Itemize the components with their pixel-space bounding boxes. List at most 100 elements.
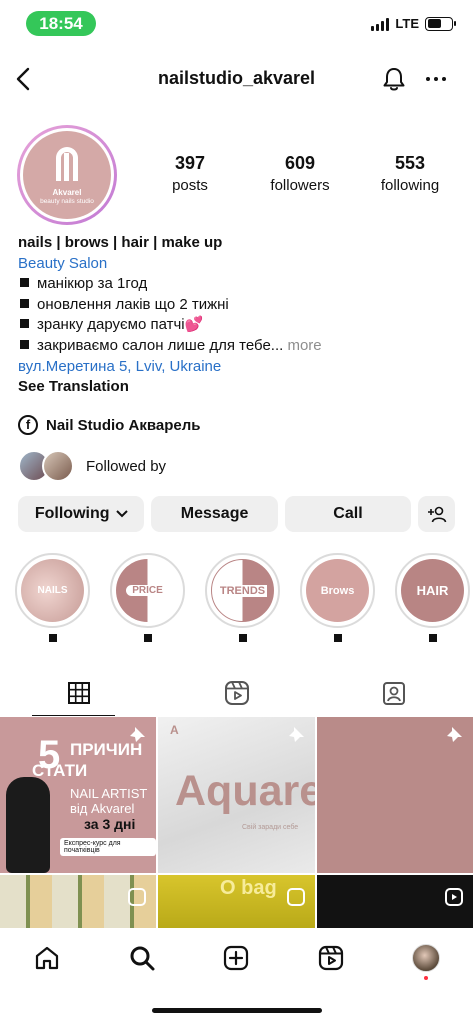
- more-options-icon[interactable]: [421, 64, 451, 94]
- post-thumbnail[interactable]: A Aquarel Свій заради себе: [158, 717, 315, 873]
- post-text: NAIL ARTIST: [70, 786, 148, 801]
- stat-value: 609: [284, 153, 316, 173]
- black-square-icon: [20, 278, 29, 288]
- status-indicators: LTE: [371, 16, 456, 31]
- pinned-icon: [447, 727, 462, 742]
- post-thumbnail[interactable]: [317, 717, 473, 873]
- message-button[interactable]: Message: [151, 496, 278, 532]
- follower-avatar: [42, 450, 74, 482]
- stat-value: 397: [174, 153, 206, 173]
- see-translation-link[interactable]: See Translation: [18, 377, 463, 398]
- status-bar: 18:54 LTE: [0, 10, 473, 38]
- post-thumbnail[interactable]: O bag: [158, 875, 315, 935]
- post-text: Свій заради себе: [242, 824, 299, 831]
- post-text: Aquarel: [175, 767, 315, 815]
- bottom-navigation: [0, 928, 473, 988]
- stat-posts[interactable]: 397 posts: [135, 153, 245, 194]
- search-icon: [130, 946, 155, 971]
- post-thumbnail[interactable]: 5 ПРИЧИН СТАТИ NAIL ARTIST від Akvarel з…: [0, 717, 156, 873]
- highlight-label-square-icon: [333, 634, 342, 642]
- suggest-people-button[interactable]: [418, 496, 455, 532]
- post-text: від Akvarel: [70, 801, 135, 816]
- highlight-label-square-icon: [428, 634, 437, 642]
- status-time: 18:54: [26, 11, 96, 36]
- highlight-label-square-icon: [48, 634, 57, 642]
- nav-profile[interactable]: [378, 928, 473, 988]
- followed-by-text: Followed by: [86, 457, 167, 475]
- home-indicator: [152, 1008, 322, 1013]
- following-button[interactable]: Following: [18, 496, 145, 532]
- profile-stats: 397 posts 609 followers 553 following: [135, 153, 465, 194]
- battery-icon: [425, 16, 456, 31]
- stat-label: followers: [270, 177, 330, 194]
- black-square-icon: [20, 339, 29, 349]
- tab-tagged[interactable]: [315, 670, 473, 716]
- tagged-person-icon: [383, 682, 406, 705]
- post-thumbnail[interactable]: [0, 875, 156, 935]
- black-square-icon: [20, 298, 29, 308]
- pinned-icon: [289, 727, 304, 742]
- highlight-label-square-icon: [238, 634, 247, 642]
- story-highlights: NAILS PRICE TRENDS Brows HAIR: [15, 553, 473, 642]
- avatar-brand: Akvarel: [52, 188, 82, 197]
- network-label: LTE: [395, 16, 419, 31]
- highlight-nails[interactable]: NAILS: [15, 553, 90, 642]
- reels-icon: [224, 681, 249, 705]
- tab-posts-grid[interactable]: [0, 670, 158, 716]
- profile-tabs: [0, 670, 473, 716]
- stat-following[interactable]: 553 following: [355, 153, 465, 194]
- grid-icon: [67, 682, 90, 704]
- black-square-icon: [20, 319, 29, 329]
- reel-icon: [128, 888, 146, 906]
- bio-line: оновлення лаків що 2 тижні: [18, 295, 463, 316]
- facebook-icon: f: [18, 415, 38, 435]
- highlight-brows[interactable]: Brows: [300, 553, 375, 642]
- nav-home[interactable]: [0, 928, 95, 988]
- highlight-cover: TRENDS: [211, 559, 274, 622]
- stat-label: following: [380, 177, 440, 194]
- bio-category[interactable]: Beauty Salon: [18, 254, 463, 275]
- bio-address[interactable]: вул.Меретина 5, Lviv, Ukraine: [18, 357, 463, 378]
- following-label: Following: [34, 505, 110, 522]
- highlight-cover: HAIR: [401, 559, 464, 622]
- chevron-down-icon: [115, 510, 128, 518]
- facebook-page-link[interactable]: f Nail Studio Акварель: [18, 415, 200, 435]
- signal-icon: [371, 17, 390, 31]
- nav-create[interactable]: [189, 928, 284, 988]
- post-thumbnail[interactable]: [317, 875, 473, 935]
- highlight-hair[interactable]: HAIR: [395, 553, 470, 642]
- facebook-page-name: Nail Studio Акварель: [46, 416, 201, 434]
- notification-dot: [423, 976, 428, 980]
- home-icon: [36, 946, 59, 970]
- stat-followers[interactable]: 609 followers: [245, 153, 355, 194]
- nav-reels[interactable]: [284, 928, 379, 988]
- stat-value: 553: [394, 153, 426, 173]
- highlight-cover: NAILS: [21, 559, 84, 622]
- call-button[interactable]: Call: [284, 496, 412, 532]
- nav-search[interactable]: [95, 928, 190, 988]
- add-person-icon: [427, 506, 446, 523]
- highlight-price[interactable]: PRICE: [110, 553, 185, 642]
- profile-actions: Following Message Call: [18, 496, 455, 532]
- profile-avatar-icon: [411, 944, 440, 972]
- bio-line: манікюр за 1год: [18, 274, 463, 295]
- bio-name: nails | brows | hair | make up: [18, 234, 223, 251]
- heart-emoji-icon: 💕: [184, 316, 204, 334]
- notification-bell-icon[interactable]: [379, 64, 409, 94]
- profile-header: nailstudio_akvarel: [0, 60, 473, 100]
- highlight-cover: PRICE: [116, 559, 179, 622]
- profile-bio: nails | brows | hair | make up Beauty Sa…: [18, 233, 463, 398]
- highlight-trends[interactable]: TRENDS: [205, 553, 280, 642]
- reels-icon: [318, 945, 344, 971]
- post-text: O bag: [220, 877, 277, 899]
- bio-more-link[interactable]: more: [287, 337, 321, 354]
- pinned-icon: [130, 727, 145, 742]
- stat-label: posts: [172, 177, 208, 194]
- reel-icon: [287, 888, 305, 906]
- bio-line: закриваємо салон лише для тебе... more: [18, 336, 463, 357]
- avatar-subtitle: beauty nails studio: [40, 198, 94, 205]
- followed-by-row[interactable]: Followed by: [18, 450, 166, 482]
- profile-avatar[interactable]: Akvarel beauty nails studio: [17, 125, 117, 225]
- highlight-label-square-icon: [143, 634, 152, 642]
- tab-reels[interactable]: [158, 670, 316, 716]
